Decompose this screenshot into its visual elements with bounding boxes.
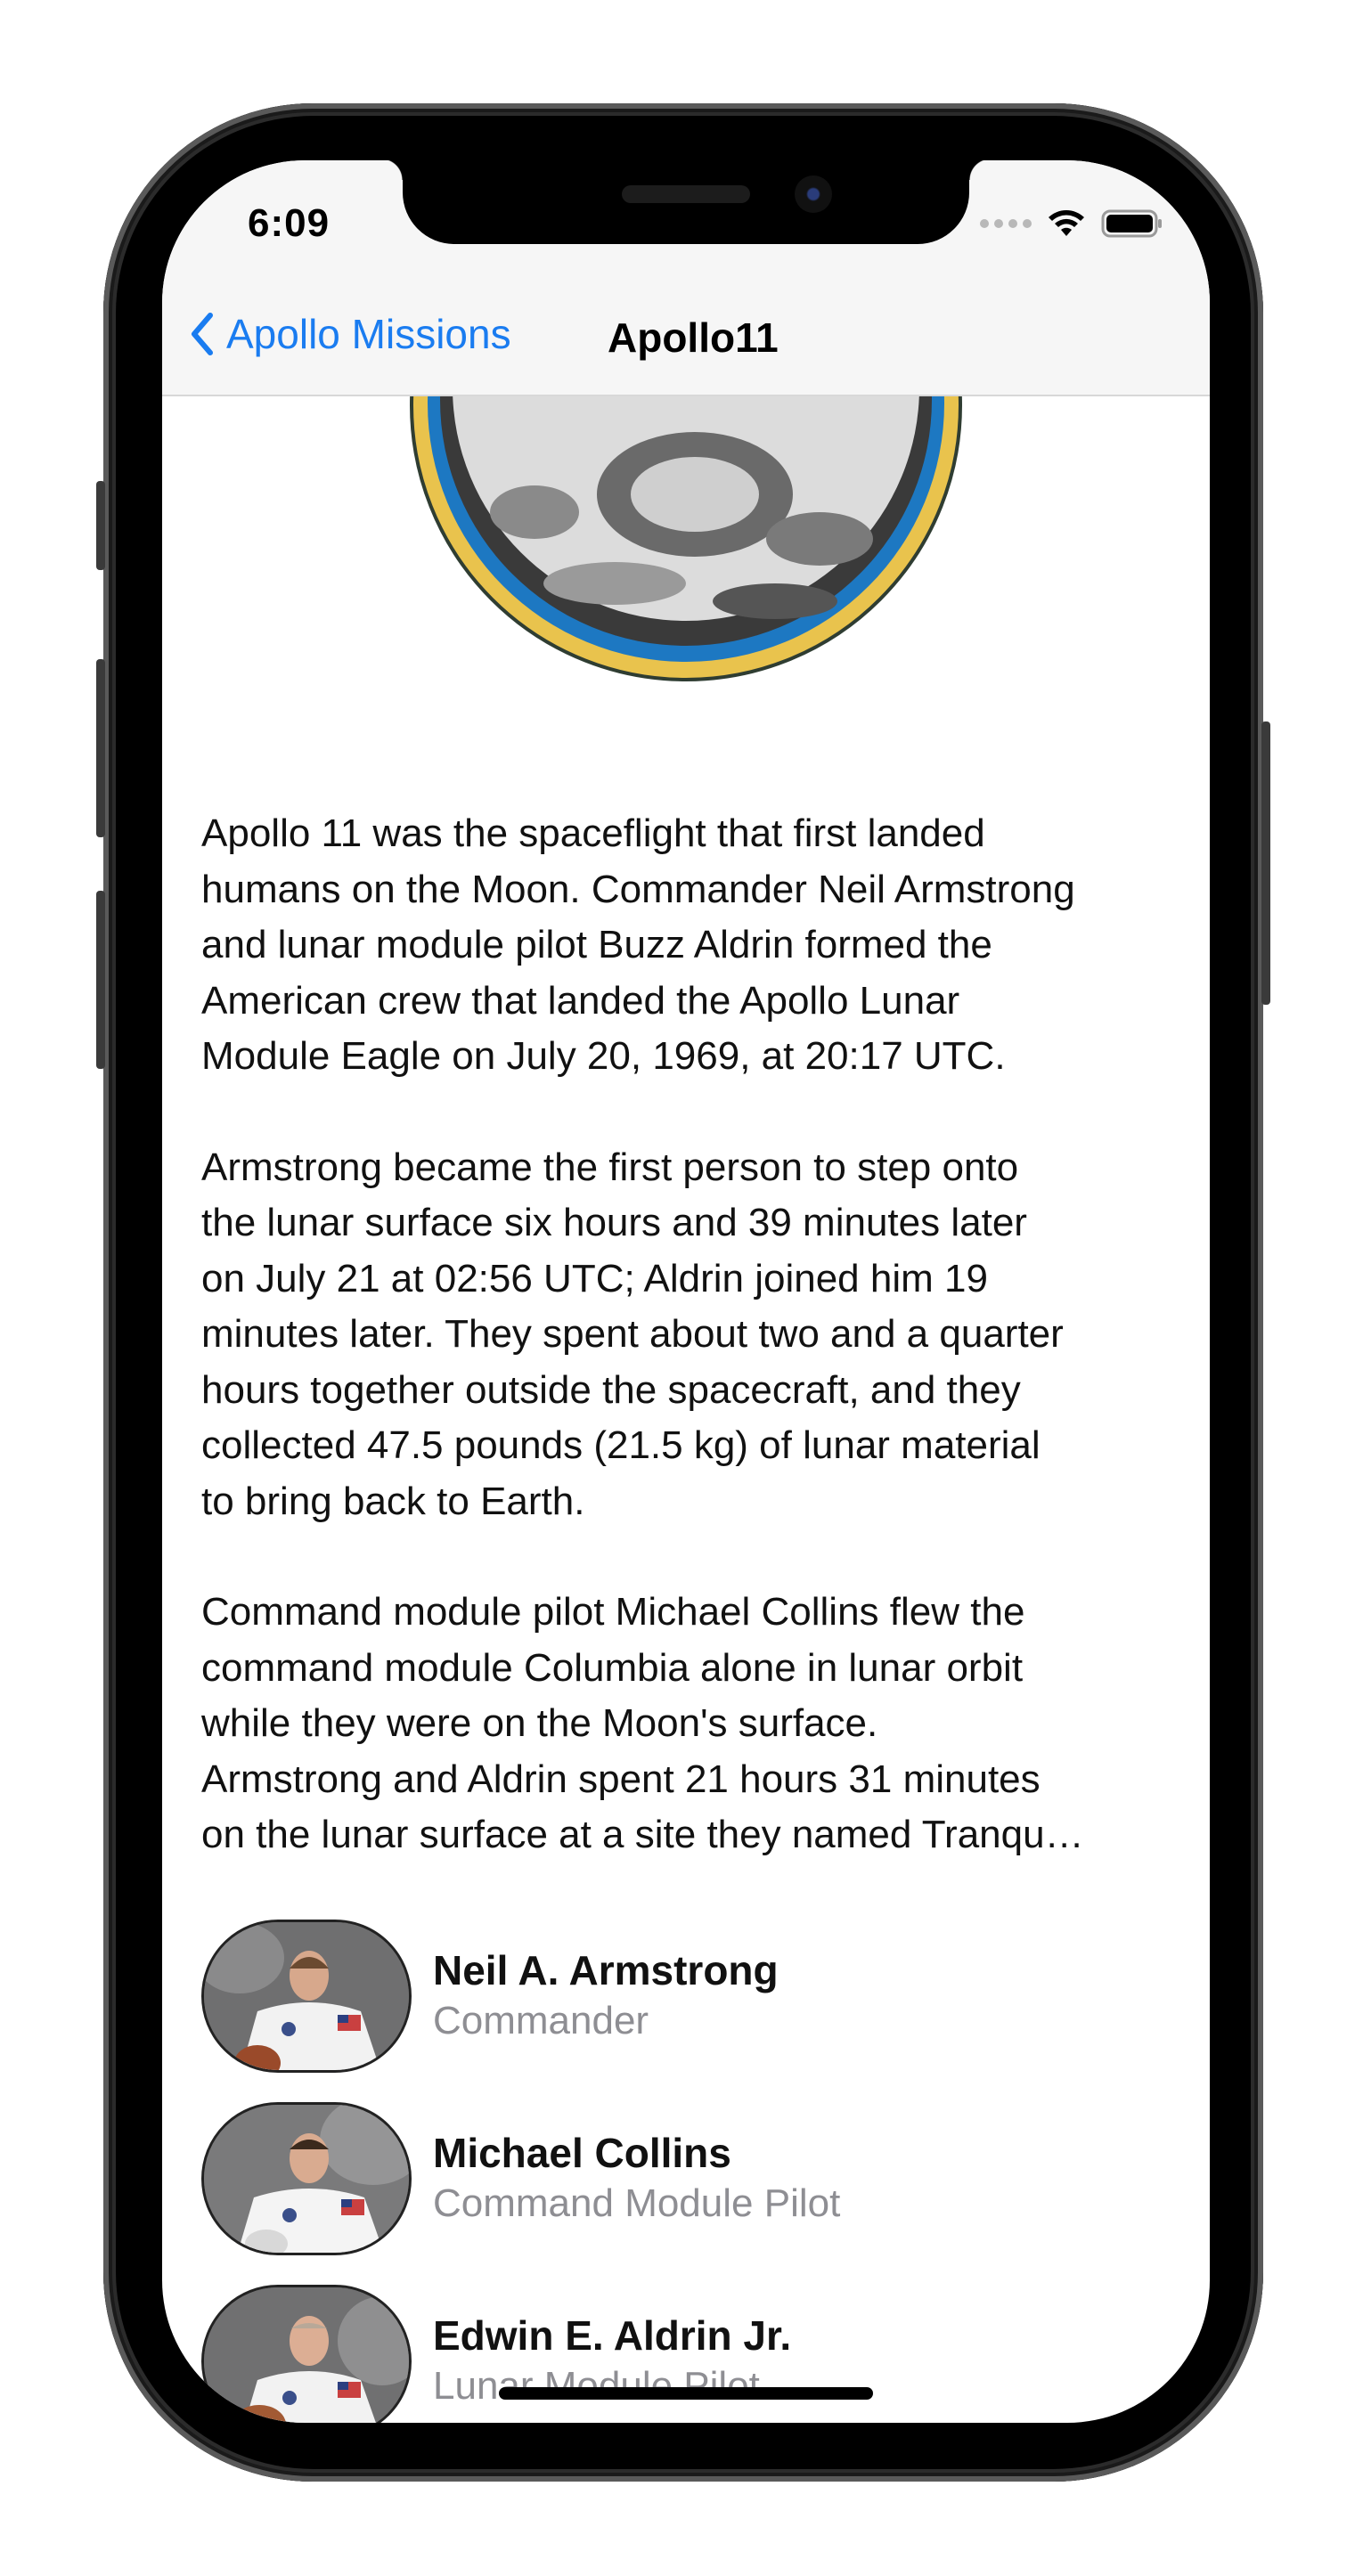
crew-name: Edwin E. Aldrin Jr. bbox=[433, 2312, 792, 2359]
crew-member-row[interactable]: Edwin E. Aldrin Jr. Lunar Module Pilot bbox=[201, 2285, 840, 2423]
crew-role: Commander bbox=[433, 1999, 649, 2042]
front-camera bbox=[795, 175, 832, 213]
back-button-label: Apollo Missions bbox=[226, 311, 511, 357]
description-paragraph-1: Apollo 11 was the spaceflight that first… bbox=[201, 811, 1075, 1078]
cellular-signal-icon bbox=[980, 219, 1032, 228]
status-icons bbox=[980, 208, 1163, 239]
crew-avatar-collins bbox=[201, 2102, 412, 2255]
mission-patch-image bbox=[410, 396, 962, 681]
wifi-icon bbox=[1049, 210, 1084, 236]
silent-switch bbox=[96, 481, 105, 570]
notch bbox=[381, 160, 991, 244]
crew-role: Lunar Module Pilot bbox=[433, 2364, 760, 2408]
earpiece-speaker bbox=[622, 185, 750, 203]
crew-role: Command Module Pilot bbox=[433, 2181, 841, 2225]
back-button[interactable]: Apollo Missions bbox=[189, 310, 511, 358]
crew-name: Neil A. Armstrong bbox=[433, 1947, 779, 1993]
power-button bbox=[1261, 721, 1270, 1005]
stage: 6:09 Apollo Missions Apollo11 Apollo 11 … bbox=[0, 0, 1363, 2576]
chevron-left-icon bbox=[192, 313, 213, 355]
screen: 6:09 Apollo Missions Apollo11 Apollo 11 … bbox=[162, 160, 1210, 2423]
mission-description: Apollo 11 was the spaceflight that first… bbox=[201, 806, 1181, 1919]
crew-avatar-aldrin bbox=[201, 2285, 412, 2423]
page-title: Apollo11 bbox=[608, 314, 779, 361]
crew-list: Neil A. Armstrong Commander Michael Coll… bbox=[201, 1920, 840, 2423]
status-time: 6:09 bbox=[248, 201, 331, 245]
crew-name: Michael Collins bbox=[433, 2130, 731, 2176]
crew-avatar-armstrong bbox=[201, 1920, 412, 2073]
description-paragraph-3: Command module pilot Michael Collins fle… bbox=[201, 1590, 1084, 1856]
description-paragraph-2: Armstrong became the first person to ste… bbox=[201, 1145, 1064, 1523]
crew-member-row[interactable]: Neil A. Armstrong Commander bbox=[201, 1920, 840, 2073]
home-indicator[interactable] bbox=[499, 2387, 873, 2400]
volume-up-button bbox=[96, 659, 105, 837]
battery-icon bbox=[1101, 209, 1162, 238]
mission-detail-scroll[interactable]: Apollo 11 was the spaceflight that first… bbox=[162, 396, 1210, 2423]
crew-member-row[interactable]: Michael Collins Command Module Pilot bbox=[201, 2102, 840, 2255]
volume-down-button bbox=[96, 891, 105, 1069]
